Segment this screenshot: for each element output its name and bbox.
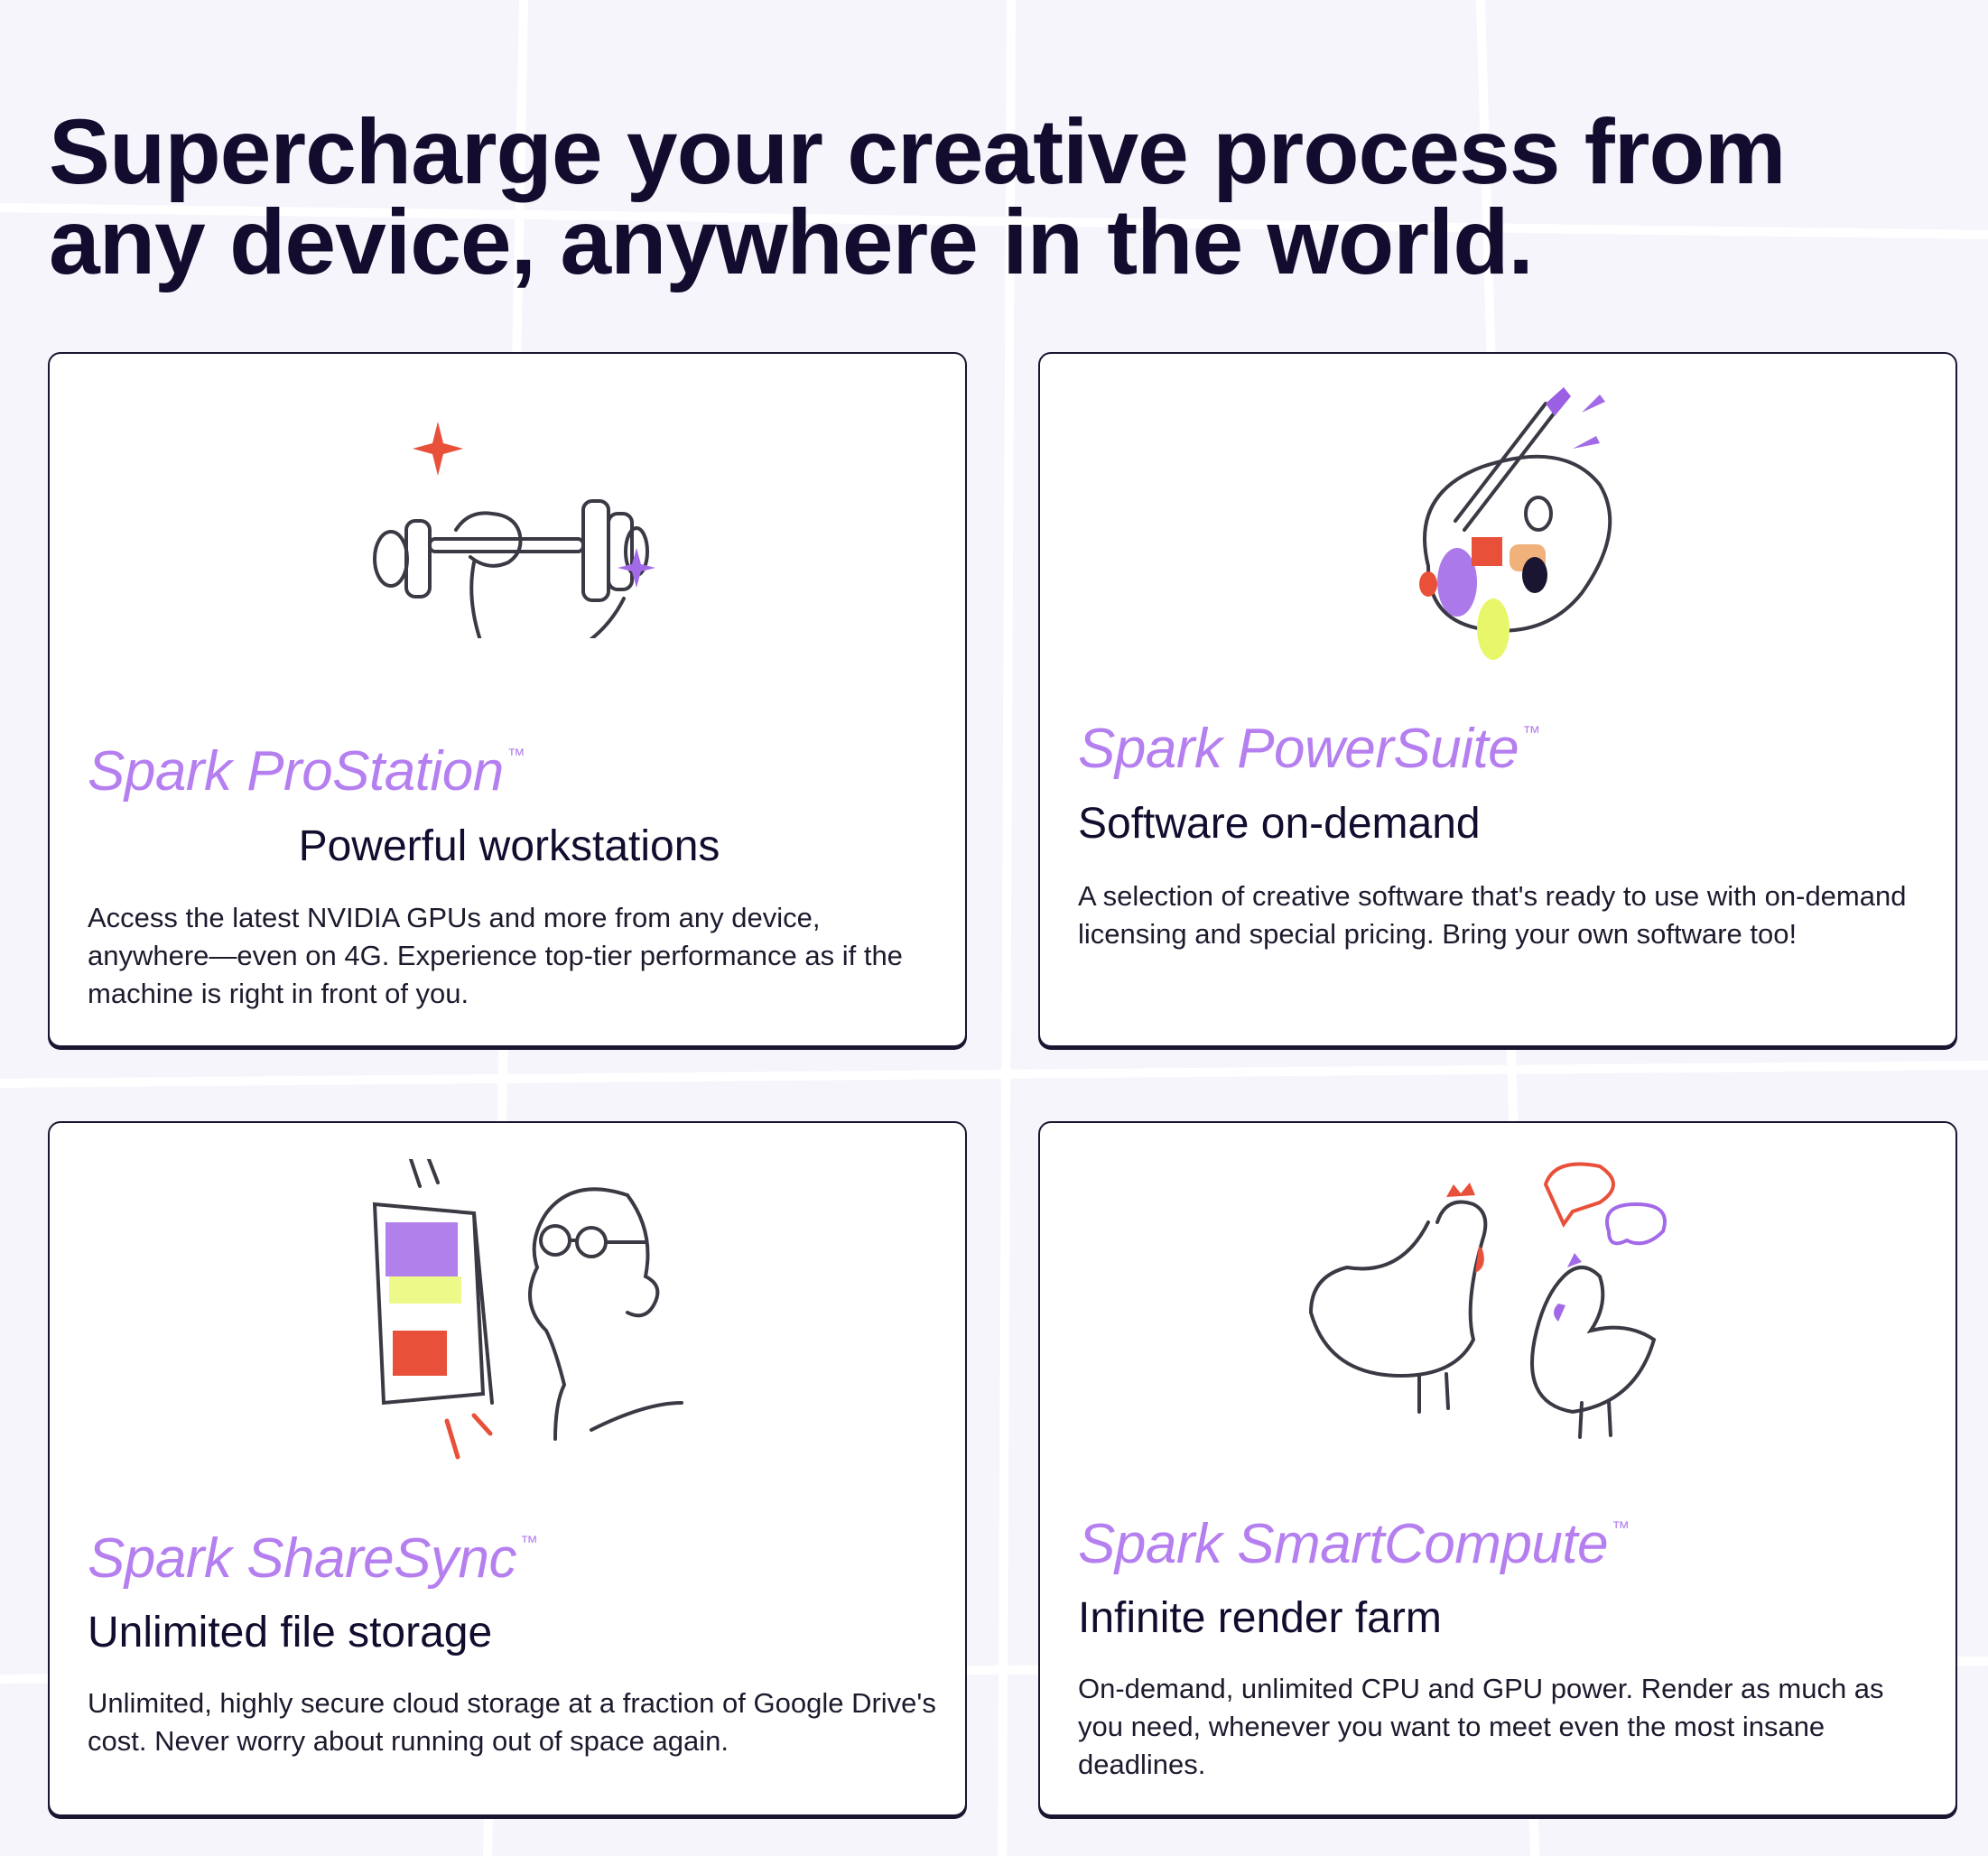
card-description: On-demand, unlimited CPU and GPU power. …: [1078, 1673, 1884, 1780]
card-description: Access the latest NVIDIA GPUs and more f…: [88, 902, 903, 1009]
card-subtitle: Unlimited file storage: [88, 1609, 493, 1656]
card-description: A selection of creative software that's …: [1078, 880, 1907, 950]
feature-card-powersuite[interactable]: Spark PowerSuite ™ Software on-demand A s…: [1038, 352, 1957, 1047]
feature-card-prostation[interactable]: Spark ProStation ™ Powerful workstations …: [48, 352, 967, 1047]
card-subtitle: Infinite render farm: [1078, 1594, 1442, 1642]
page-headline: Supercharge your creative process from a…: [49, 100, 1786, 293]
card-brand-name: Spark ProStation ™: [88, 740, 525, 803]
paint-palette-icon: [1419, 387, 1612, 660]
feature-card-sharesync[interactable]: Spark ShareSync ™ Unlimited file storage …: [48, 1121, 967, 1816]
card-subtitle: Powerful workstations: [298, 822, 720, 870]
card-brand-name: Spark PowerSuite ™: [1078, 718, 1540, 780]
card-brand-name: Spark ShareSync ™: [88, 1527, 538, 1590]
feature-card-smartcompute[interactable]: Spark SmartCompute ™ Infinite render farm…: [1038, 1121, 1957, 1816]
chickens-icon: [1308, 1162, 1667, 1439]
card-description: Unlimited, highly secure cloud storage a…: [88, 1687, 936, 1757]
card-subtitle: Software on-demand: [1078, 800, 1481, 848]
card-brand-name: Spark SmartCompute ™: [1078, 1513, 1630, 1575]
dumbbell-arm-icon: [373, 422, 655, 638]
person-at-monitor-icon: [372, 1159, 683, 1460]
